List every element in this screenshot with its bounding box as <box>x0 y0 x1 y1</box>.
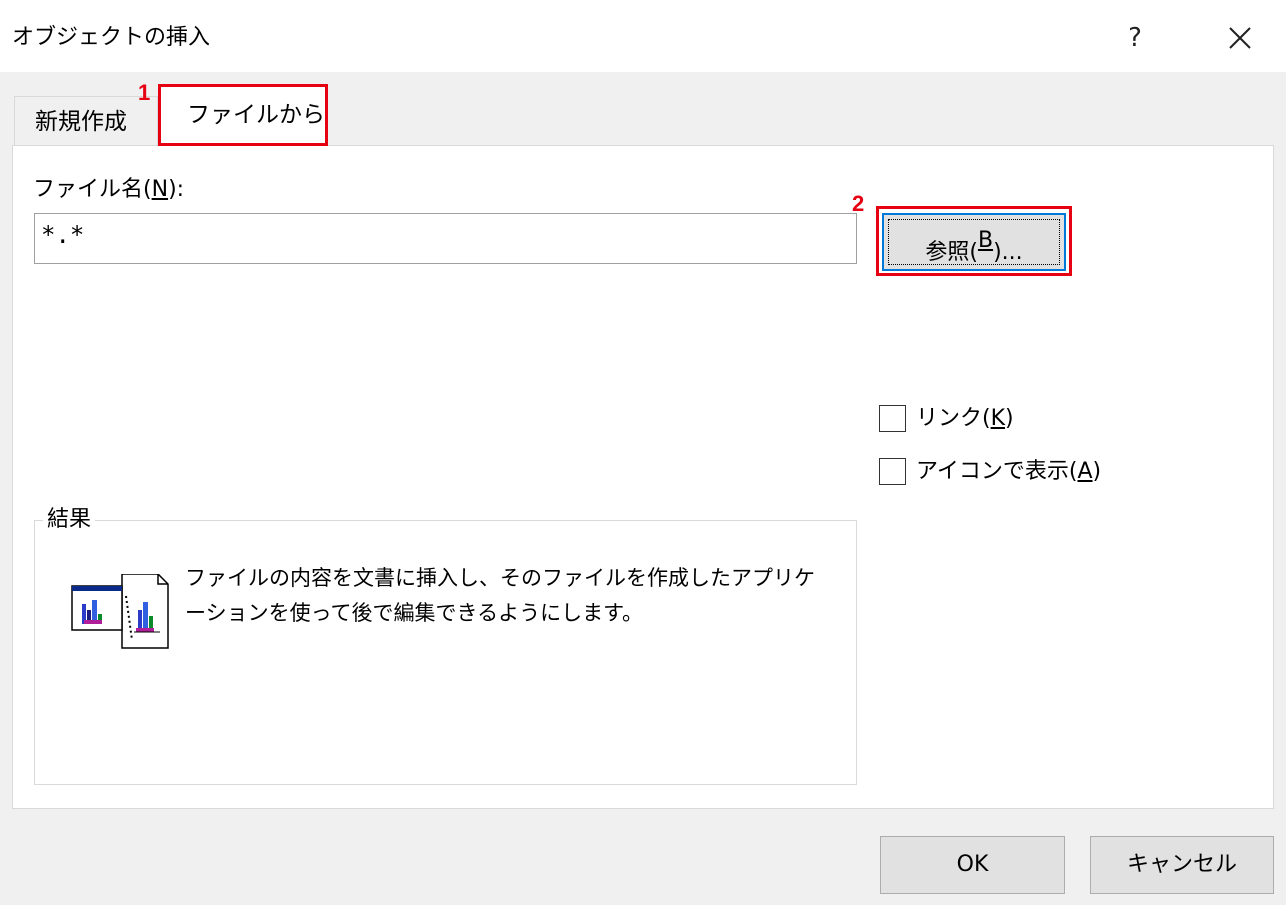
tab-panel: ファイル名(N): *.* 2 参照(B)... リンク(K) アイコンで表示(… <box>12 145 1274 809</box>
ok-button[interactable]: OK <box>880 836 1065 894</box>
display-as-icon-checkbox[interactable] <box>879 458 906 485</box>
display-as-icon-label: アイコンで表示(A) <box>916 459 1102 484</box>
filename-label: ファイル名(N): <box>33 177 185 202</box>
tab-new-label: 新規作成 <box>35 109 127 135</box>
link-checkbox[interactable] <box>879 405 906 432</box>
tab-new[interactable]: 新規作成 <box>14 96 158 145</box>
close-icon <box>1229 27 1251 49</box>
title-bar: オブジェクトの挿入 ? <box>0 0 1286 72</box>
window-title: オブジェクトの挿入 <box>12 25 211 50</box>
tab-from-file-label: ファイルから <box>187 102 325 128</box>
embedded-file-icon <box>71 574 169 649</box>
filename-input[interactable]: *.* <box>34 213 857 264</box>
cancel-button[interactable]: キャンセル <box>1090 836 1274 894</box>
tab-from-file[interactable]: ファイルから <box>158 84 328 146</box>
link-label: リンク(K) <box>916 406 1014 431</box>
browse-label: 参照(B)... <box>925 228 1023 265</box>
annotation-badge-2: 2 <box>852 191 865 216</box>
result-title: 結果 <box>43 506 96 534</box>
close-button[interactable] <box>1216 18 1264 58</box>
browse-button[interactable]: 参照(B)... <box>882 213 1066 271</box>
help-button[interactable]: ? <box>1112 18 1158 58</box>
annotation-badge-1: 1 <box>138 80 151 105</box>
result-group: 結果 ファイルの内容を文書に挿入し、そのファイルを作成したアプリケーションを使っ… <box>34 506 857 785</box>
result-description: ファイルの内容を文書に挿入し、そのファイルを作成したアプリケーションを使って後で… <box>185 566 815 625</box>
